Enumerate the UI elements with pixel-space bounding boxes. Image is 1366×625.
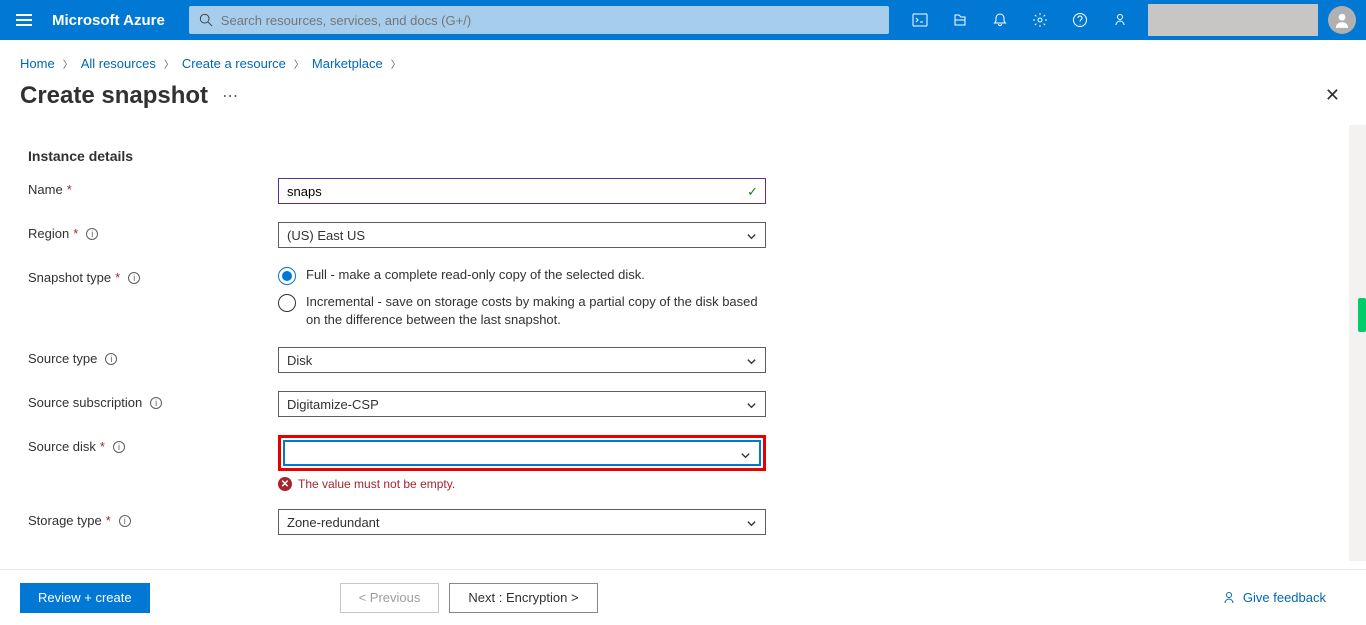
- chevron-down-icon: [746, 399, 757, 414]
- info-icon[interactable]: i: [128, 272, 140, 284]
- give-feedback-text: Give feedback: [1243, 590, 1326, 605]
- chevron-down-icon: [740, 449, 751, 464]
- source-type-select[interactable]: Disk: [278, 347, 766, 373]
- info-icon[interactable]: i: [119, 515, 131, 527]
- radio-selected-icon: [278, 267, 296, 285]
- source-disk-highlight: [278, 435, 766, 471]
- chevron-right-icon: 〉: [391, 56, 401, 71]
- review-create-button[interactable]: Review + create: [20, 583, 150, 613]
- directories-icon[interactable]: [940, 0, 980, 40]
- section-instance-details: Instance details: [28, 148, 1338, 164]
- user-avatar[interactable]: [1328, 6, 1356, 34]
- label-name: Name *: [28, 178, 278, 197]
- header-icons: [900, 0, 1140, 40]
- label-source-disk: Source disk * i: [28, 435, 278, 454]
- source-subscription-select[interactable]: Digitamize-CSP: [278, 391, 766, 417]
- chevron-right-icon: 〉: [63, 56, 73, 71]
- breadcrumb: Home 〉 All resources 〉 Create a resource…: [0, 40, 1366, 77]
- radio-unselected-icon: [278, 294, 296, 312]
- search-icon: [199, 13, 213, 27]
- breadcrumb-create-resource[interactable]: Create a resource: [182, 56, 286, 71]
- help-icon[interactable]: [1060, 0, 1100, 40]
- info-icon[interactable]: i: [150, 397, 162, 409]
- info-icon[interactable]: i: [105, 353, 117, 365]
- source-disk-select[interactable]: [283, 440, 761, 466]
- source-type-value: Disk: [287, 353, 312, 368]
- settings-icon[interactable]: [1020, 0, 1060, 40]
- chevron-right-icon: 〉: [164, 56, 174, 71]
- brand-label: Microsoft Azure: [48, 12, 181, 29]
- storage-type-select[interactable]: Zone-redundant: [278, 509, 766, 535]
- label-snapshot-type-text: Snapshot type: [28, 270, 111, 285]
- feedback-person-icon: [1221, 590, 1237, 606]
- title-row: Create snapshot ⋯ ✕: [0, 77, 1366, 122]
- feedback-icon[interactable]: [1100, 0, 1140, 40]
- required-asterisk: *: [100, 439, 105, 454]
- region-select[interactable]: (US) East US: [278, 222, 766, 248]
- scroll-accent: [1358, 298, 1366, 332]
- top-header: Microsoft Azure: [0, 0, 1366, 40]
- storage-type-value: Zone-redundant: [287, 515, 380, 530]
- give-feedback-link[interactable]: Give feedback: [1221, 590, 1326, 606]
- label-storage-type-text: Storage type: [28, 513, 102, 528]
- close-icon[interactable]: ✕: [1319, 79, 1346, 112]
- search-box[interactable]: [189, 6, 889, 34]
- form-content: Instance details Name * ✓ Region * i (US…: [0, 122, 1366, 592]
- label-source-subscription: Source subscription i: [28, 391, 278, 410]
- account-box[interactable]: [1148, 4, 1318, 36]
- notifications-icon[interactable]: [980, 0, 1020, 40]
- label-source-type-text: Source type: [28, 351, 97, 366]
- required-asterisk: *: [115, 270, 120, 285]
- info-icon[interactable]: i: [86, 228, 98, 240]
- chevron-down-icon: [746, 355, 757, 370]
- scrollbar-track[interactable]: [1349, 125, 1366, 561]
- hamburger-menu-icon[interactable]: [0, 0, 48, 40]
- label-storage-type: Storage type * i: [28, 509, 278, 528]
- label-source-type: Source type i: [28, 347, 278, 366]
- required-asterisk: *: [73, 226, 78, 241]
- label-region-text: Region: [28, 226, 69, 241]
- breadcrumb-marketplace[interactable]: Marketplace: [312, 56, 383, 71]
- label-region: Region * i: [28, 222, 278, 241]
- label-snapshot-type: Snapshot type * i: [28, 266, 278, 285]
- source-disk-error: ✕ The value must not be empty.: [278, 477, 766, 491]
- next-button[interactable]: Next : Encryption >: [449, 583, 597, 613]
- name-input[interactable]: [278, 178, 766, 204]
- chevron-right-icon: 〉: [294, 56, 304, 71]
- label-source-subscription-text: Source subscription: [28, 395, 142, 410]
- label-source-disk-text: Source disk: [28, 439, 96, 454]
- source-subscription-value: Digitamize-CSP: [287, 397, 379, 412]
- previous-button[interactable]: < Previous: [340, 583, 440, 613]
- more-actions-icon[interactable]: ⋯: [222, 86, 238, 106]
- checkmark-icon: ✓: [747, 184, 758, 200]
- chevron-down-icon: [746, 230, 757, 245]
- radio-full[interactable]: Full - make a complete read-only copy of…: [278, 266, 766, 285]
- source-disk-error-text: The value must not be empty.: [298, 477, 455, 491]
- breadcrumb-home[interactable]: Home: [20, 56, 55, 71]
- required-asterisk: *: [106, 513, 111, 528]
- required-asterisk: *: [67, 182, 72, 197]
- label-name-text: Name: [28, 182, 63, 197]
- error-icon: ✕: [278, 477, 292, 491]
- info-icon[interactable]: i: [113, 441, 125, 453]
- cloud-shell-icon[interactable]: [900, 0, 940, 40]
- radio-incremental-label: Incremental - save on storage costs by m…: [306, 293, 762, 329]
- chevron-down-icon: [746, 517, 757, 532]
- region-value: (US) East US: [287, 228, 365, 243]
- radio-full-label: Full - make a complete read-only copy of…: [306, 266, 645, 284]
- breadcrumb-all-resources[interactable]: All resources: [81, 56, 156, 71]
- page-title: Create snapshot: [20, 82, 208, 110]
- footer-bar: Review + create < Previous Next : Encryp…: [0, 569, 1366, 625]
- search-input[interactable]: [221, 13, 879, 28]
- radio-incremental[interactable]: Incremental - save on storage costs by m…: [278, 293, 766, 329]
